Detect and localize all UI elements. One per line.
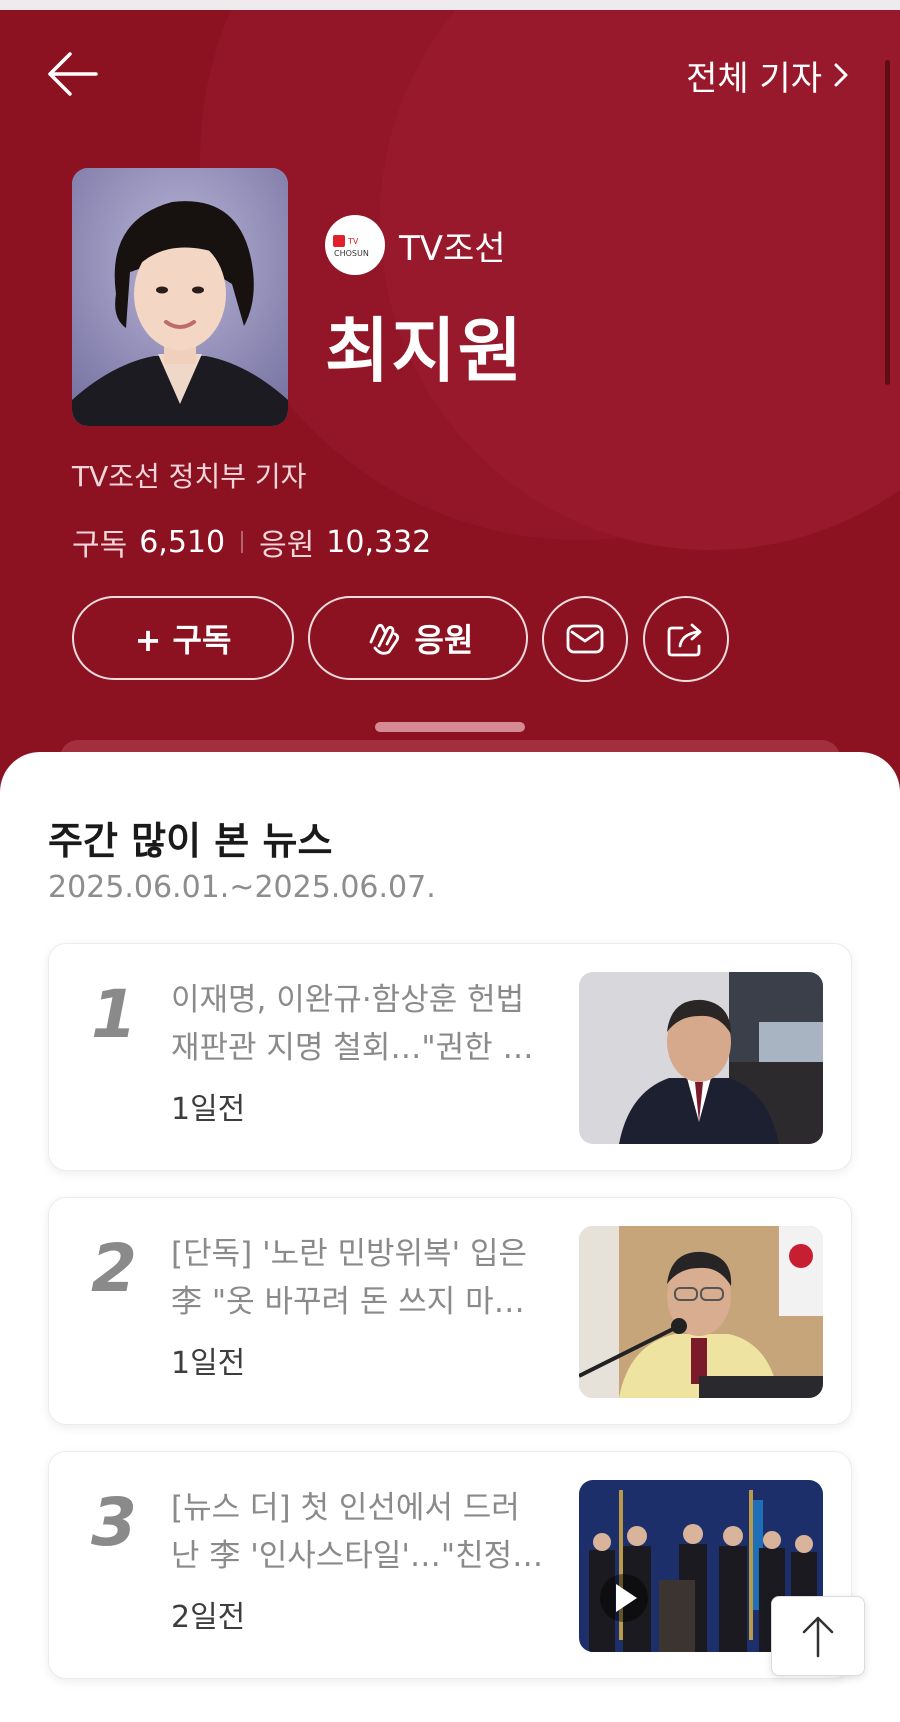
reporter-name: 최지원 (325, 310, 525, 392)
cheer-count-label: 응원 (259, 528, 315, 563)
cheer-button-label: 응원 (414, 621, 474, 659)
rank-number: 2 (91, 1230, 137, 1307)
news-title: [단독] '노란 민방위복' 입은 李 "옷 바꾸려 돈 쓰지 마… (171, 1236, 527, 1320)
svg-text:TV: TV (347, 237, 359, 246)
subscribe-button[interactable]: + 구독 (72, 596, 294, 680)
rank-number: 1 (91, 976, 137, 1053)
status-strip (0, 0, 900, 10)
svg-text:CHOSUN: CHOSUN (334, 249, 369, 258)
news-time: 1일전 (171, 1092, 246, 1127)
news-title: 이재명, 이완규·함상훈 헌법 재판관 지명 철회…"권한 … (171, 982, 534, 1066)
news-card[interactable]: 1 이재명, 이완규·함상훈 헌법 재판관 지명 철회…"권한 … 1일전 (48, 943, 852, 1171)
sheet-drag-handle[interactable] (375, 722, 525, 732)
divider (241, 531, 244, 553)
share-button[interactable] (643, 596, 729, 682)
tv-chosun-logo[interactable]: TV CHOSUN (325, 215, 385, 275)
mail-button[interactable] (542, 596, 628, 682)
news-time: 1일전 (171, 1346, 246, 1381)
scrollbar[interactable] (885, 60, 890, 385)
chevron-right-icon (834, 63, 848, 87)
share-icon (667, 623, 702, 657)
scroll-to-top-button[interactable] (771, 1596, 865, 1676)
cheer-button[interactable]: 응원 (308, 596, 528, 680)
reporter-photo (72, 168, 288, 426)
arrow-up-icon (802, 1616, 834, 1658)
news-title: [뉴스 더] 첫 인선에서 드러 난 李 '인사스타일'…"친정… (171, 1490, 544, 1574)
weekly-date-range: 2025.06.01.~2025.06.07. (48, 870, 436, 905)
cheer-count: 10,332 (326, 524, 432, 560)
press-name[interactable]: TV조선 (399, 221, 506, 270)
news-card[interactable]: 3 [뉴스 더] 첫 인선에서 드러 난 李 '인사스타일'…"친정… 2일전 (48, 1451, 852, 1679)
subscribe-count-label: 구독 (72, 528, 128, 563)
subscribe-button-label: + 구독 (134, 621, 232, 659)
clap-hand-icon (369, 623, 399, 655)
all-reporters-link[interactable]: 전체 기자 (686, 52, 850, 99)
news-thumbnail (579, 1226, 823, 1398)
reporter-department: TV조선 정치부 기자 (72, 460, 307, 493)
all-reporters-label: 전체 기자 (686, 58, 822, 99)
mail-icon (566, 624, 604, 654)
arrow-left-icon (48, 52, 98, 96)
weekly-top-news-title: 주간 많이 본 뉴스 (48, 819, 333, 863)
news-thumbnail (579, 972, 823, 1144)
rank-number: 3 (91, 1484, 137, 1561)
back-button[interactable] (40, 44, 110, 104)
subscribe-count: 6,510 (139, 524, 226, 560)
press-info: TV CHOSUN TV조선 (325, 215, 506, 275)
reporter-stats: 구독 6,510 응원 10,332 (72, 520, 431, 564)
news-card[interactable]: 2 [단독] '노란 민방위복' 입은 李 "옷 바꾸려 돈 쓰지 마… 1일전 (48, 1197, 852, 1425)
news-time: 2일전 (171, 1600, 246, 1635)
